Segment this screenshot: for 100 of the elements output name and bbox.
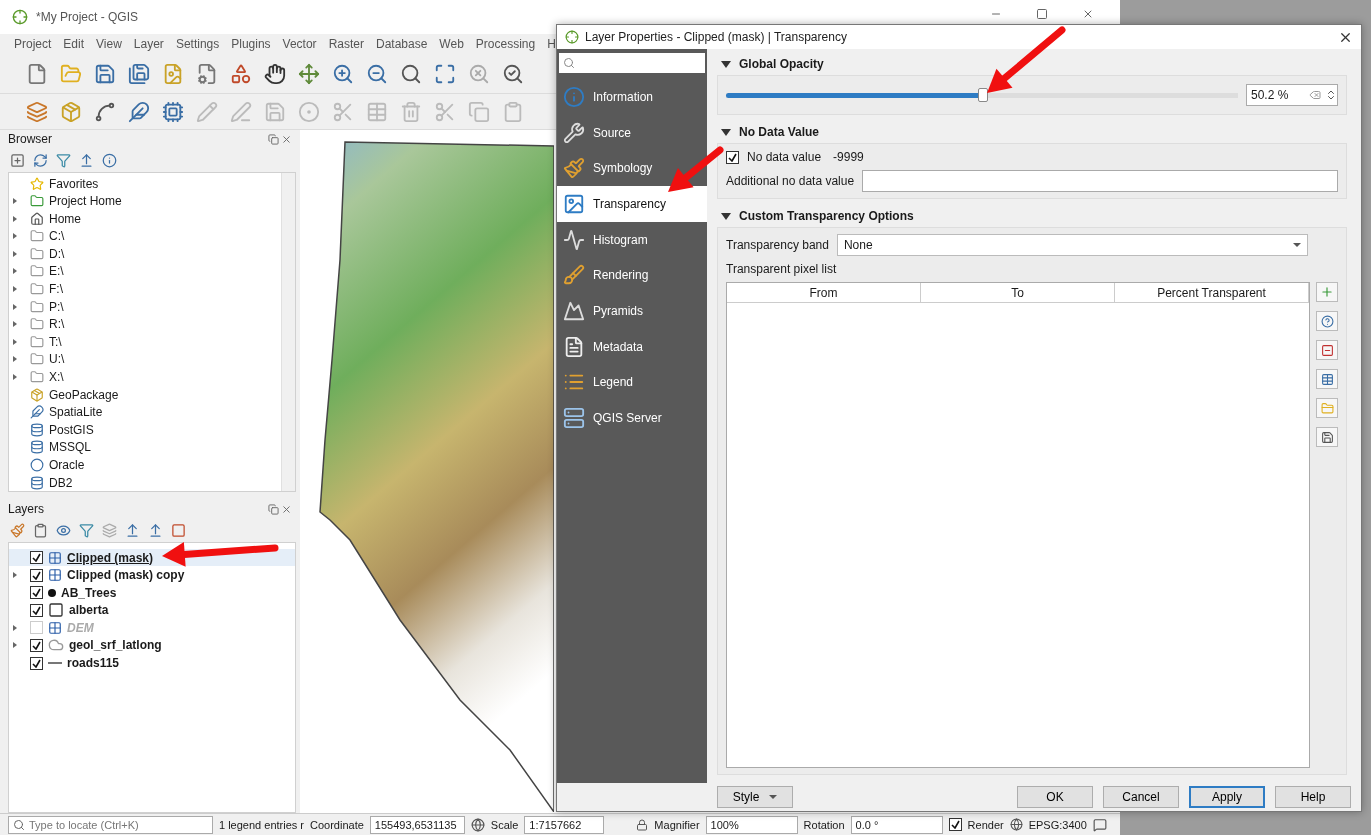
menu-item[interactable]: H — [547, 37, 556, 51]
export-button[interactable] — [1316, 427, 1338, 447]
zoom-out-icon[interactable] — [366, 62, 388, 85]
checkbox[interactable] — [726, 150, 739, 164]
clear-icon[interactable] — [1309, 89, 1321, 101]
save-as-icon[interactable] — [128, 62, 150, 85]
tree-item[interactable]: alberta — [9, 601, 295, 620]
tree-item[interactable]: C:\ — [9, 227, 281, 246]
tree-item[interactable]: Project Home — [9, 192, 281, 210]
add-icon[interactable] — [10, 152, 25, 168]
add-layer-icon[interactable] — [26, 100, 48, 123]
expand-arrow-icon[interactable] — [13, 321, 17, 328]
maximize-icon[interactable] — [1036, 8, 1048, 20]
zoom-selection-icon[interactable] — [502, 62, 524, 85]
vector-icon[interactable] — [94, 100, 116, 123]
expand-arrow-icon[interactable] — [13, 572, 17, 579]
nav-item[interactable]: QGIS Server — [557, 400, 707, 436]
expand-arrow-icon[interactable] — [13, 268, 17, 275]
chip-icon[interactable] — [162, 100, 184, 123]
paintbrush-icon[interactable] — [10, 522, 25, 538]
tree-item[interactable]: D:\ — [9, 245, 281, 263]
menu-item[interactable]: Raster — [328, 37, 364, 51]
dialog-button[interactable]: Cancel — [1103, 786, 1179, 808]
nav-item[interactable]: Rendering — [557, 257, 707, 294]
info-icon[interactable] — [102, 152, 117, 168]
new-file-icon[interactable] — [26, 62, 48, 85]
tree-item[interactable]: E:\ — [9, 262, 281, 281]
tree-item[interactable]: F:\ — [9, 280, 281, 298]
tree-item[interactable]: Favorites — [9, 174, 281, 193]
tree-item[interactable]: geol_srf_latlong — [9, 636, 295, 655]
column-header[interactable]: From — [727, 283, 921, 303]
feather-icon[interactable] — [128, 100, 150, 123]
dialog-button[interactable]: Apply — [1189, 786, 1265, 808]
menu-item[interactable]: View — [96, 37, 122, 51]
nav-item[interactable]: Source — [557, 114, 707, 151]
tree-item[interactable]: SpatiaLite — [9, 403, 281, 422]
zoom-full-icon[interactable] — [434, 62, 456, 85]
remove-row-button[interactable] — [1316, 340, 1338, 360]
tree-item[interactable]: roads115 — [9, 654, 295, 672]
locate-field[interactable]: Type to locate (Ctrl+K) — [8, 815, 213, 834]
zoom-native-icon[interactable] — [400, 62, 422, 85]
eye-icon[interactable] — [56, 522, 71, 538]
spin-arrows-icon[interactable] — [1325, 89, 1337, 101]
expand-arrow-icon[interactable] — [13, 338, 17, 345]
expand-arrow-icon[interactable] — [13, 198, 17, 205]
nav-item[interactable]: Pyramids — [557, 293, 707, 329]
menu-item[interactable]: Project — [14, 37, 52, 51]
collapse-triangle-icon[interactable] — [721, 212, 731, 220]
menu-item[interactable]: Edit — [63, 37, 85, 51]
collapse-icon[interactable] — [79, 152, 94, 168]
menu-item[interactable]: Processing — [475, 37, 536, 51]
menu-item[interactable]: Vector — [282, 37, 317, 51]
rotation-field[interactable]: 0.0 ° — [850, 815, 943, 834]
filter-icon[interactable] — [56, 152, 71, 168]
float-icon[interactable] — [268, 503, 279, 515]
tree-item[interactable]: R:\ — [9, 315, 281, 334]
nav-item[interactable]: Symbology — [557, 150, 707, 187]
expand-arrow-icon[interactable] — [13, 233, 17, 240]
tree-item[interactable]: P:\ — [9, 297, 281, 316]
checkbox[interactable] — [30, 551, 43, 564]
band-dropdown[interactable]: None — [836, 234, 1308, 256]
save-icon[interactable] — [94, 62, 116, 85]
menu-item[interactable]: Plugins — [231, 37, 271, 51]
search-field[interactable] — [559, 53, 705, 73]
tree-item[interactable]: GeoPackage — [9, 385, 281, 404]
menu-item[interactable]: Layer — [133, 37, 164, 51]
nav-item[interactable]: Information — [557, 79, 707, 115]
menu-item[interactable]: Database — [375, 37, 428, 51]
dialog-button[interactable]: OK — [1017, 786, 1093, 808]
tree-item[interactable]: Oracle — [9, 456, 281, 474]
refresh-icon[interactable] — [33, 152, 48, 168]
pan-icon[interactable] — [264, 62, 286, 85]
expand-arrow-icon[interactable] — [13, 215, 17, 222]
checkbox[interactable] — [30, 656, 43, 670]
nav-item[interactable]: Metadata — [557, 328, 707, 365]
tree-item[interactable]: PostGIS — [9, 421, 281, 439]
tree-item[interactable]: T:\ — [9, 333, 281, 351]
column-header[interactable]: Percent Transparent — [1115, 283, 1309, 303]
column-header[interactable]: To — [921, 283, 1115, 303]
tree-item[interactable]: Home — [9, 209, 281, 228]
expand-arrow-icon[interactable] — [13, 303, 17, 310]
coordinate-field[interactable]: 155493,6531135 — [369, 815, 465, 834]
menu-item[interactable]: Web — [439, 37, 464, 51]
tree-item[interactable]: DB2 — [9, 473, 281, 492]
defaults-button[interactable] — [1316, 369, 1338, 389]
opacity-spinbox[interactable]: 50.2 % — [1246, 84, 1338, 106]
crs-label[interactable]: EPSG:3400 — [1028, 818, 1087, 831]
expand-arrow-icon[interactable] — [13, 356, 17, 363]
menu-item[interactable]: Settings — [175, 37, 220, 51]
pick-button[interactable] — [1316, 311, 1338, 331]
tree-item[interactable]: MSSQL — [9, 438, 281, 457]
expand-arrow-icon[interactable] — [13, 250, 17, 257]
collapse-icon[interactable] — [148, 522, 163, 538]
style-button[interactable]: Style — [717, 786, 793, 808]
collapse-triangle-icon[interactable] — [721, 60, 731, 68]
collapse-triangle-icon[interactable] — [721, 128, 731, 136]
expand-arrow-icon[interactable] — [13, 642, 17, 649]
close-icon[interactable] — [1082, 8, 1094, 20]
zoom-in-icon[interactable] — [332, 62, 354, 85]
expand-arrow-icon[interactable] — [13, 286, 17, 293]
